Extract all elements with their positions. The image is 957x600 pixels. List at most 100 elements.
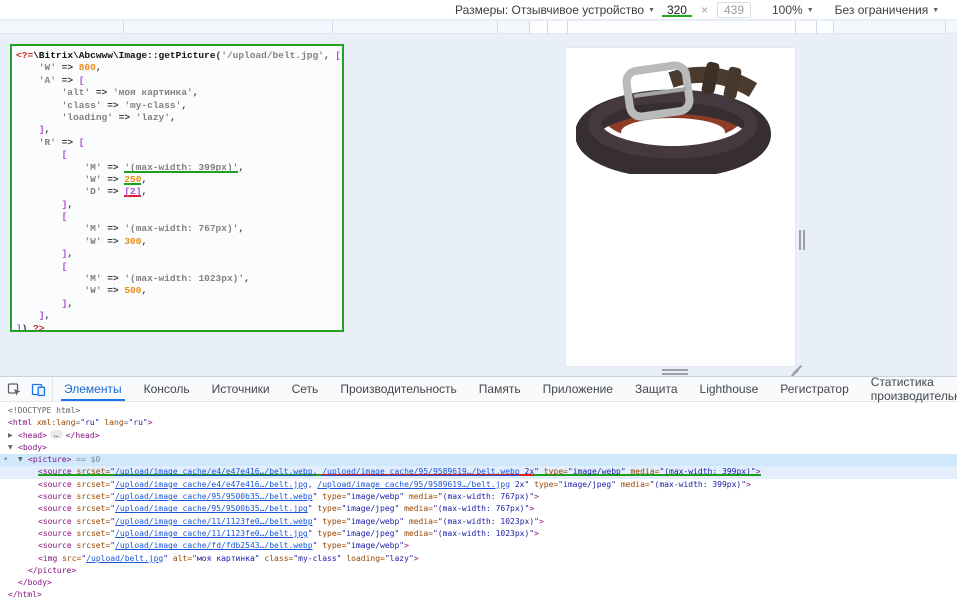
text-segment: 'M' <box>16 273 102 285</box>
viewport-height-input[interactable]: 439 <box>716 2 751 18</box>
resource-link[interactable]: /upload/belt.jpg <box>86 554 163 563</box>
tab-label: Элементы <box>64 382 122 396</box>
text-segment: alt= <box>168 553 193 563</box>
text-segment: => <box>90 87 113 99</box>
elements-tree: <!DOCTYPE html> <html xml:lang="ru" lang=… <box>0 402 957 600</box>
text-segment: <body> <box>18 442 47 452</box>
tab-console[interactable]: Консоль <box>133 377 201 401</box>
viewport-width-input[interactable]: 320 <box>662 3 692 17</box>
code-line: 'D' => [2], <box>16 186 342 198</box>
tab-performance[interactable]: Производительность <box>329 377 467 401</box>
text-segment: media= <box>616 479 650 489</box>
tab-application[interactable]: Приложение <box>532 377 624 401</box>
device-type-select[interactable]: Размеры: Отзывчивое устройство ▼ <box>455 3 655 17</box>
tab-label: Источники <box>211 382 270 396</box>
text-segment: </head> <box>65 430 100 440</box>
text-segment: , <box>192 87 199 99</box>
tab-performance-stats[interactable]: Статистика производительности△ <box>860 375 957 403</box>
collapse-arrow-icon[interactable]: ▼ <box>8 442 18 454</box>
tree-row[interactable]: </body> <box>0 577 957 589</box>
device-viewport[interactable] <box>566 48 795 366</box>
resource-link[interactable]: /upload/image_cache/fd/fdb2543…/belt.web… <box>115 541 312 550</box>
collapse-arrow-icon[interactable]: ▼ <box>18 454 28 466</box>
tree-row[interactable]: <source srcset="/upload/image_cache/11/1… <box>0 516 957 528</box>
devtools-tabs: Элементы Консоль Источники Сеть Производител… <box>53 375 957 403</box>
tree-row[interactable]: ▼ <body> <box>0 442 957 454</box>
code-line: ], <box>16 310 342 322</box>
code-line: [ <box>16 211 342 223</box>
text-segment: "image/webp" <box>346 541 405 551</box>
resource-link[interactable]: /upload/image_cache/95/9500b35…/belt.web… <box>115 492 312 501</box>
tab-security[interactable]: Защита <box>624 377 689 401</box>
throttling-select[interactable]: Без ограничения ▼ <box>835 3 940 17</box>
code-line: 'W' => 250, <box>16 174 342 186</box>
resource-link[interactable]: /upload/image_cache/e4/e47e416…/belt.jpg <box>115 480 308 489</box>
text-segment: => <box>55 62 79 74</box>
inspect-element-icon[interactable] <box>5 380 23 398</box>
belt-product-image[interactable] <box>575 52 772 178</box>
text-segment <box>16 261 62 272</box>
text-segment: [ <box>61 260 68 272</box>
text-segment: > <box>755 467 761 477</box>
tree-row[interactable]: <source srcset="/upload/image_cache/fd/f… <box>0 540 957 552</box>
text-segment: > <box>538 516 544 526</box>
tab-sources[interactable]: Источники <box>201 377 281 401</box>
text-segment: => <box>112 111 136 123</box>
text-segment: type= <box>317 492 347 502</box>
text-segment: 2x <box>510 479 525 489</box>
zoom-select[interactable]: 100% ▼ <box>772 3 814 17</box>
expand-arrow-icon[interactable]: ▶ <box>8 430 18 442</box>
collapsed-content-pill[interactable]: … <box>49 429 63 439</box>
text-segment: , <box>323 50 336 61</box>
text-segment: src= <box>57 553 82 563</box>
tree-row[interactable]: <source srcset="/upload/image_cache/95/9… <box>0 491 957 503</box>
text-segment <box>16 199 62 210</box>
text-segment: 'R' <box>16 136 56 148</box>
text-segment: , <box>312 467 323 477</box>
tree-row[interactable]: </picture> <box>0 565 957 577</box>
tree-row[interactable]: <html xml:lang="ru" lang="ru"> <box>0 417 957 429</box>
resource-link[interactable]: /upload/image_cache/95/9589619…/belt.jpg <box>317 480 510 489</box>
tree-row[interactable]: <source srcset="/upload/image_cache/e4/e… <box>0 466 957 479</box>
text-segment: <head> <box>18 430 47 440</box>
tree-row[interactable]: <img src="/upload/belt.jpg" alt="моя кар… <box>0 553 957 565</box>
tree-row[interactable]: <source srcset="/upload/image_cache/95/9… <box>0 503 957 515</box>
resource-link[interactable]: /upload/image_cache/95/9589619…/belt.web… <box>322 467 519 476</box>
text-segment: 2x <box>519 467 535 477</box>
text-segment: '(max-width: 767px)' <box>124 223 239 235</box>
text-segment: xml:lang <box>32 418 76 428</box>
resource-link[interactable]: /upload/image_cache/11/1123fe0…/belt.web… <box>115 517 312 526</box>
tab-memory[interactable]: Память <box>468 377 532 401</box>
text-segment: > <box>529 504 535 514</box>
tree-row[interactable]: <!DOCTYPE html> <box>0 405 957 417</box>
resource-link[interactable]: /upload/image_cache/e4/e47e416…/belt.web… <box>115 467 312 476</box>
text-segment: <img <box>38 553 58 563</box>
tree-row[interactable]: </html> <box>0 589 957 600</box>
text-segment: <source <box>38 467 72 477</box>
tree-row[interactable]: <source srcset="/upload/image_cache/11/1… <box>0 528 957 540</box>
code-line: 'W' => 500, <box>16 285 342 297</box>
toggle-device-toolbar-icon[interactable] <box>29 380 47 398</box>
text-segment: <picture> <box>28 455 72 465</box>
text-segment: srcset= <box>71 479 111 489</box>
tree-row[interactable]: ▶ <head>… </head> <box>0 429 957 442</box>
text-segment: => <box>101 285 125 297</box>
resource-link[interactable]: /upload/image_cache/11/1123fe0…/belt.jpg <box>115 529 308 538</box>
tree-row[interactable]: <source srcset="/upload/image_cache/e4/e… <box>0 479 957 491</box>
tree-row[interactable]: • ▼ <picture> == $0 <box>0 454 957 467</box>
tab-network[interactable]: Сеть <box>281 377 330 401</box>
text-segment: media= <box>399 504 433 514</box>
viewport-resize-handle-bottom[interactable] <box>662 369 688 375</box>
viewport-resize-handle-right[interactable] <box>799 230 805 250</box>
media-query-segment <box>529 21 567 33</box>
media-query-bar[interactable] <box>0 21 957 34</box>
tab-lighthouse[interactable]: Lighthouse <box>689 377 770 401</box>
text-segment: "image/webp" <box>346 516 405 526</box>
text-segment: , <box>244 273 250 285</box>
tab-elements[interactable]: Элементы <box>53 377 133 401</box>
tab-recorder[interactable]: Регистратор <box>769 377 860 401</box>
text-segment: ) <box>21 322 34 332</box>
text-segment: 'alt' <box>16 87 91 99</box>
resource-link[interactable]: /upload/image_cache/95/9500b35…/belt.jpg <box>115 504 308 513</box>
code-line: 'M' => '(max-width: 399px)', <box>16 162 342 174</box>
